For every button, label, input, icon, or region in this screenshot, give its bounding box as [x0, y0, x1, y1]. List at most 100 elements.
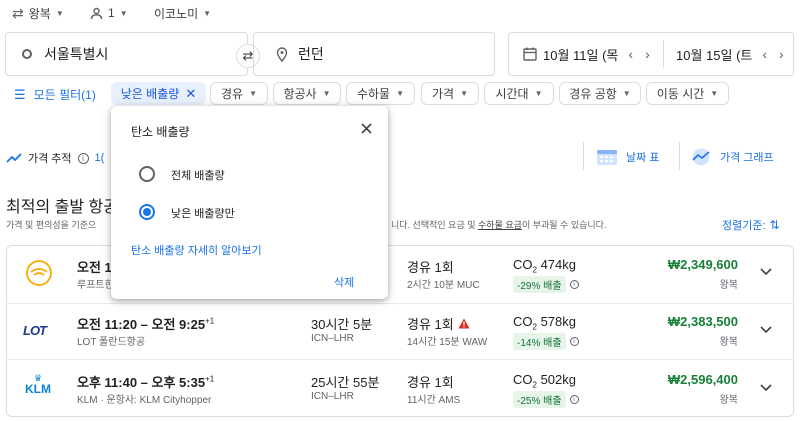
return-date[interactable]: 10월 15일 (트 ‹ › [664, 45, 784, 64]
date-grid-icon [597, 150, 617, 165]
date-grid-button[interactable]: 날짜 표 [596, 148, 659, 166]
klm-logo-icon: ♛ KLM [25, 373, 51, 396]
swap-icon: ⇄ [242, 48, 254, 63]
price-graph-icon [692, 148, 710, 166]
emissions-info: -14% 배출 i [513, 333, 579, 350]
flight-row[interactable]: ♛ KLM 오후 11:40 – 오후 5:35+1 KLM · 운항사: KLM… [6, 360, 794, 416]
sort-button[interactable]: 정렬기준: ⇅ [722, 217, 780, 233]
chip-duration[interactable]: 이동 시간 ▼ [646, 82, 729, 105]
duration: 30시간 5분 [311, 317, 373, 332]
co2-prefix: CO [513, 372, 533, 387]
depart-date[interactable]: 10월 11일 (목 ‹ › [509, 45, 663, 64]
co2-value: 474kg [536, 257, 576, 272]
route: ICN–LHR [311, 333, 354, 344]
radio-button-selected[interactable] [139, 204, 155, 220]
radio-low-emissions[interactable]: 낮은 배출량만 [139, 202, 339, 222]
tracking-toggle-partial: 1( [94, 152, 105, 164]
divider [583, 142, 584, 170]
caret-down-icon: ▼ [622, 89, 631, 98]
chip-label: 경유 공항 [569, 87, 617, 101]
price-graph-button[interactable]: 가격 그래프 [690, 148, 774, 166]
trip-type: 왕복 [719, 337, 738, 348]
cabin-class-label: 이코노미 [154, 6, 199, 21]
info-icon[interactable]: i [569, 337, 579, 346]
all-filters-button[interactable]: ☰ 모든 필터(1) [14, 86, 96, 103]
stops: 경유 1회 [407, 317, 454, 332]
stops: 경유 1회 [407, 375, 454, 390]
day-offset: +1 [205, 316, 215, 326]
return-date-value: 10월 15일 (트 [676, 47, 753, 63]
cabin-class-select[interactable]: 이코노미 ▼ [154, 4, 211, 22]
baggage-fees-link[interactable]: 수하물 요금 [478, 220, 522, 230]
flight-times-wrap: 오후 11:40 – 오후 5:35+1 [77, 372, 214, 391]
next-date-icon[interactable]: › [645, 46, 650, 62]
info-icon[interactable]: i [569, 395, 579, 404]
co2: CO2 474kg [513, 257, 576, 275]
route: ICN–LHR [311, 391, 354, 402]
caret-down-icon: ▼ [119, 8, 128, 18]
calendar-icon [523, 47, 537, 61]
tune-icon: ☰ [14, 86, 26, 102]
sort-label: 정렬기준: [722, 220, 766, 232]
close-icon[interactable]: ✕ [185, 86, 196, 102]
learn-more-link[interactable]: 탄소 배출량 자세히 알아보기 [131, 242, 262, 258]
chip-price[interactable]: 가격 ▼ [421, 82, 479, 105]
chip-label: 낮은 배출량 [120, 87, 180, 101]
destination-field[interactable]: 런던 [253, 32, 495, 76]
results-heading: 최적의 출발 항공 [6, 199, 118, 216]
expand-chevron-icon[interactable] [760, 268, 772, 276]
sort-icon: ⇅ [769, 218, 780, 232]
airline-name: KLM · 운항사: KLM Cityhopper [77, 395, 212, 406]
airline-name: LOT 폴란드항공 [77, 337, 146, 348]
next-date-icon[interactable]: › [779, 46, 784, 62]
caret-down-icon: ▼ [710, 89, 719, 98]
caret-down-icon: ▼ [249, 89, 257, 98]
chip-low-emissions[interactable]: 낮은 배출량 ✕ [111, 82, 206, 105]
trip-type: 왕복 [719, 280, 738, 291]
prev-date-icon[interactable]: ‹ [762, 46, 767, 62]
lufthansa-logo-icon [26, 260, 52, 286]
date-field[interactable]: 10월 11일 (목 ‹ › 10월 15일 (트 ‹ › [508, 32, 794, 76]
chip-label: 수하물 [356, 87, 391, 101]
co2-value: 578kg [536, 314, 576, 329]
radio-label: 전체 배출량 [171, 170, 225, 182]
co2-prefix: CO [513, 314, 533, 329]
chip-baggage[interactable]: 수하물 ▼ [346, 82, 415, 105]
caret-down-icon: ▼ [322, 89, 331, 98]
chip-times[interactable]: 시간대 ▼ [484, 82, 554, 105]
info-icon[interactable]: i [569, 280, 579, 289]
info-icon[interactable]: i [77, 152, 89, 164]
expand-chevron-icon[interactable] [760, 384, 772, 392]
stops-wrap: 경유 1회 [407, 314, 470, 333]
radio-all-emissions[interactable]: 전체 배출량 [139, 164, 339, 184]
origin-field[interactable]: 서울특별시 [5, 32, 248, 76]
chip-connecting-airports[interactable]: 경유 공항 ▼ [559, 82, 641, 105]
chip-stops[interactable]: 경유 ▼ [210, 82, 268, 105]
origin-value: 서울특별시 [44, 46, 109, 62]
warning-icon [458, 318, 470, 329]
clear-button[interactable]: 삭제 [334, 274, 354, 290]
popup-title: 탄소 배출량 [131, 125, 190, 139]
trip-type-select[interactable]: ⇄ 왕복 ▼ [12, 4, 64, 22]
destination-value: 런던 [298, 46, 324, 62]
prev-date-icon[interactable]: ‹ [628, 46, 633, 62]
flight-times: 오후 11:40 – 오후 5:35 [77, 375, 206, 390]
co2-value: 502kg [536, 372, 576, 387]
flight-row[interactable]: LOT 오전 11:20 – 오전 9:25+1 LOT 폴란드항공 30시간 … [6, 304, 794, 360]
passengers-select[interactable]: 1 ▼ [90, 4, 128, 22]
price-graph-label: 가격 그래프 [720, 152, 774, 164]
price-tracking: 가격 추적 i 1( [6, 150, 104, 166]
chip-airlines[interactable]: 항공사 ▼ [273, 82, 341, 105]
location-pin-icon [276, 46, 288, 62]
radio-button[interactable] [139, 166, 155, 182]
emissions-info: -25% 배출 i [513, 391, 579, 408]
radio-label: 낮은 배출량만 [171, 208, 235, 220]
chip-label: 항공사 [283, 87, 317, 101]
close-icon[interactable] [361, 123, 372, 134]
expand-chevron-icon[interactable] [760, 326, 772, 334]
trend-icon [6, 153, 22, 163]
passenger-count: 1 [108, 6, 115, 20]
results-subtext-right: 니다. 선택적인 요금 및 수하물 요금이 부과될 수 있습니다. [391, 218, 606, 231]
results-subtext-left: 가격 및 편의성을 기준으 [6, 220, 97, 230]
emissions-filter-popup: 탄소 배출량 전체 배출량 낮은 배출량만 탄소 배출량 자세히 알아보기 삭제 [111, 106, 388, 299]
